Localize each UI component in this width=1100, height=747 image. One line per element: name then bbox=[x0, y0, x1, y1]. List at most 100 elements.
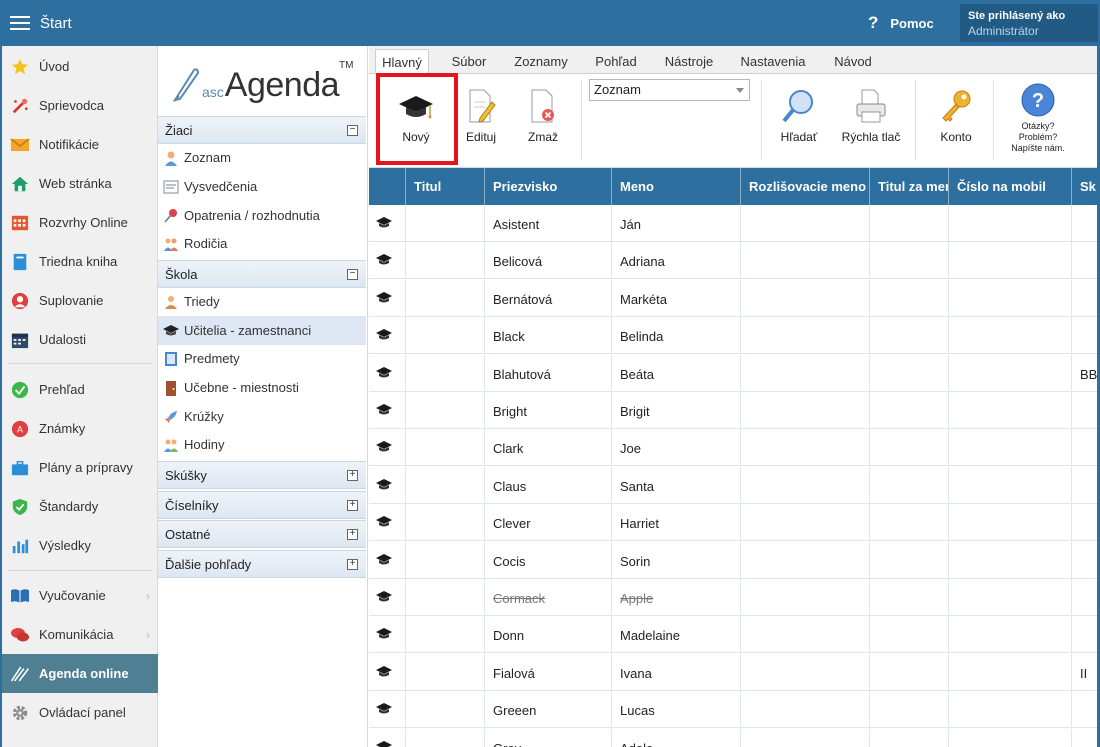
table-row[interactable]: GreyAdele bbox=[369, 728, 1100, 747]
table-row[interactable]: Black Belinda bbox=[369, 317, 1100, 355]
table-row[interactable]: Bernátová Markéta bbox=[369, 279, 1100, 317]
sidebar-item-sprievodca[interactable]: Sprievodca bbox=[2, 86, 158, 125]
column-header-sk[interactable]: Sk bbox=[1072, 168, 1100, 205]
expand-icon[interactable]: + bbox=[347, 470, 358, 481]
calendar-grid-icon bbox=[10, 213, 30, 233]
view-select[interactable]: Zoznam bbox=[589, 79, 750, 101]
sidebar-item-standardy[interactable]: Štandardy bbox=[2, 487, 158, 526]
quick-print-button[interactable]: Rýchla tlač bbox=[833, 78, 909, 162]
table-row[interactable]: Belicová Adriana bbox=[369, 242, 1100, 280]
cell-priezvisko: Donn bbox=[485, 616, 612, 654]
sidebar-item-vyucovanie[interactable]: Vyučovanie › bbox=[2, 576, 158, 615]
tab-pohlad[interactable]: Pohľad bbox=[587, 51, 645, 74]
cell-sk bbox=[1072, 616, 1100, 653]
nav-item-opatrenia[interactable]: Opatrenia / rozhodnutia bbox=[158, 201, 366, 230]
table-row[interactable]: Claus Santa bbox=[369, 466, 1100, 504]
sidebar-item-agenda-online[interactable]: Agenda online bbox=[2, 654, 158, 693]
section-ziaci[interactable]: Žiaci − bbox=[158, 116, 366, 144]
delete-button[interactable]: Zmaž bbox=[519, 78, 567, 162]
column-header-cislo-na-mobil[interactable]: Číslo na mobil bbox=[949, 168, 1072, 205]
cell-meno: Sorin bbox=[612, 541, 741, 579]
cell-sk: II bbox=[1072, 654, 1100, 691]
expand-icon[interactable]: + bbox=[347, 500, 358, 511]
user-box[interactable]: Ste prihlásený ako Administrátor bbox=[960, 4, 1098, 42]
column-header-priezvisko[interactable]: Priezvisko bbox=[485, 168, 612, 205]
nav-item-zoznam[interactable]: Zoznam bbox=[158, 143, 366, 172]
sidebar-item-notifikacie[interactable]: Notifikácie bbox=[2, 125, 158, 164]
sidebar-item-znamky[interactable]: A Známky bbox=[2, 409, 158, 448]
section-skola[interactable]: Škola − bbox=[158, 260, 366, 288]
account-button[interactable]: Konto bbox=[927, 78, 985, 162]
table-row[interactable]: Fialová Ivana II bbox=[369, 653, 1100, 691]
cell-sk bbox=[1072, 280, 1100, 317]
sidebar-item-suplovanie[interactable]: Suplovanie bbox=[2, 281, 158, 320]
section-label: Ďalšie pohľady bbox=[165, 556, 252, 572]
cell-cislo-na-mobil bbox=[949, 317, 1072, 355]
nav-item-kruzky[interactable]: Krúžky bbox=[158, 402, 366, 431]
sidebar-item-web-stranka[interactable]: Web stránka bbox=[2, 164, 158, 203]
edit-button[interactable]: Edituj bbox=[457, 78, 505, 162]
nav-item-label: Zoznam bbox=[184, 150, 231, 165]
table-row[interactable]: Blahutová Beáta BB bbox=[369, 354, 1100, 392]
nav-item-predmety[interactable]: Predmety bbox=[158, 344, 366, 373]
page-title[interactable]: Štart bbox=[40, 15, 72, 32]
sidebar-item-udalosti[interactable]: Udalosti bbox=[2, 320, 158, 359]
table-row[interactable]: Asistent Ján bbox=[369, 205, 1100, 242]
grid-header: Titul Priezvisko Meno Rozlišovacie meno … bbox=[369, 168, 1100, 205]
nav-item-hodiny[interactable]: Hodiny bbox=[158, 430, 366, 459]
table-row[interactable]: Cormack Apple bbox=[369, 579, 1100, 616]
collapse-icon[interactable]: − bbox=[347, 125, 358, 136]
column-header-meno[interactable]: Meno bbox=[612, 168, 741, 205]
table-row[interactable]: Clever Harriet bbox=[369, 504, 1100, 542]
sidebar-item-ovladaci-panel[interactable]: Ovládací panel bbox=[2, 693, 158, 732]
cell-titul-za-menom bbox=[870, 317, 949, 355]
table-row[interactable]: Greeen Lucas bbox=[369, 691, 1100, 729]
cell-priezvisko: Fialová bbox=[485, 653, 612, 691]
tab-navod[interactable]: Návod bbox=[825, 51, 881, 74]
nav-item-vysvedcenia[interactable]: Vysvedčenia bbox=[158, 172, 366, 201]
nav-item-triedy[interactable]: Triedy bbox=[158, 287, 366, 316]
sidebar-item-vysledky[interactable]: Výsledky bbox=[2, 526, 158, 565]
section-ciselniky[interactable]: Číselníky + bbox=[158, 491, 366, 519]
nav-item-ucebne[interactable]: Učebne - miestnosti bbox=[158, 373, 366, 402]
sidebar-item-uvod[interactable]: Úvod bbox=[2, 47, 158, 86]
help-questions-button[interactable]: ? Otázky? Problém? Napíšte nám. bbox=[1001, 78, 1075, 162]
tab-hlavny[interactable]: Hlavný bbox=[375, 49, 429, 75]
nav-item-rodicia[interactable]: Rodičia bbox=[158, 229, 366, 258]
sidebar-item-triedna-kniha[interactable]: Triedna kniha bbox=[2, 242, 158, 281]
tab-zoznamy[interactable]: Zoznamy bbox=[507, 51, 575, 74]
column-header-rozlisovacie-meno[interactable]: Rozlišovacie meno bbox=[741, 168, 870, 205]
sidebar-item-prehlad[interactable]: Prehľad bbox=[2, 370, 158, 409]
table-row[interactable]: Cocis Sorin bbox=[369, 541, 1100, 579]
tab-subor[interactable]: Súbor bbox=[443, 51, 495, 74]
printer-icon bbox=[856, 89, 886, 123]
cell-icon bbox=[369, 504, 406, 542]
sidebar-item-plany-a-pripravy[interactable]: Plány a prípravy bbox=[2, 448, 158, 487]
table-row[interactable]: Clark Joe bbox=[369, 429, 1100, 467]
column-header-titul[interactable]: Titul bbox=[406, 168, 485, 205]
help-button[interactable]: ? Pomoc bbox=[868, 13, 934, 33]
pin-icon bbox=[162, 207, 180, 225]
nav-item-ucitelia[interactable]: Učitelia - zamestnanci bbox=[158, 316, 366, 345]
cell-rozlisovacie-meno bbox=[741, 205, 870, 242]
section-dalsie-pohlady[interactable]: Ďalšie pohľady + bbox=[158, 550, 366, 578]
hamburger-menu-icon[interactable] bbox=[10, 15, 30, 31]
sidebar-item-komunikacia[interactable]: Komunikácia › bbox=[2, 615, 158, 654]
expand-icon[interactable]: + bbox=[347, 559, 358, 570]
tab-nastroje[interactable]: Nástroje bbox=[657, 51, 721, 74]
section-ostatne[interactable]: Ostatné + bbox=[158, 520, 366, 548]
table-row[interactable]: Bright Brigit bbox=[369, 392, 1100, 429]
tab-nastavenia[interactable]: Nastavenia bbox=[733, 51, 813, 74]
help-line-1: Otázky? bbox=[1021, 121, 1055, 131]
search-button[interactable]: Hľadať bbox=[769, 78, 829, 162]
table-row[interactable]: Donn Madelaine bbox=[369, 616, 1100, 654]
column-header-titul-za-menom[interactable]: Titul za menom bbox=[870, 168, 949, 205]
subject-book-icon bbox=[162, 350, 180, 368]
asc-agenda-logo: asc Agenda TM bbox=[172, 58, 353, 102]
section-label: Číselníky bbox=[165, 497, 219, 513]
sidebar-divider bbox=[8, 570, 152, 571]
expand-icon[interactable]: + bbox=[347, 529, 358, 540]
section-skusky[interactable]: Skúšky + bbox=[158, 461, 366, 489]
sidebar-item-rozvrhy-online[interactable]: Rozvrhy Online bbox=[2, 203, 158, 242]
collapse-icon[interactable]: − bbox=[347, 269, 358, 280]
